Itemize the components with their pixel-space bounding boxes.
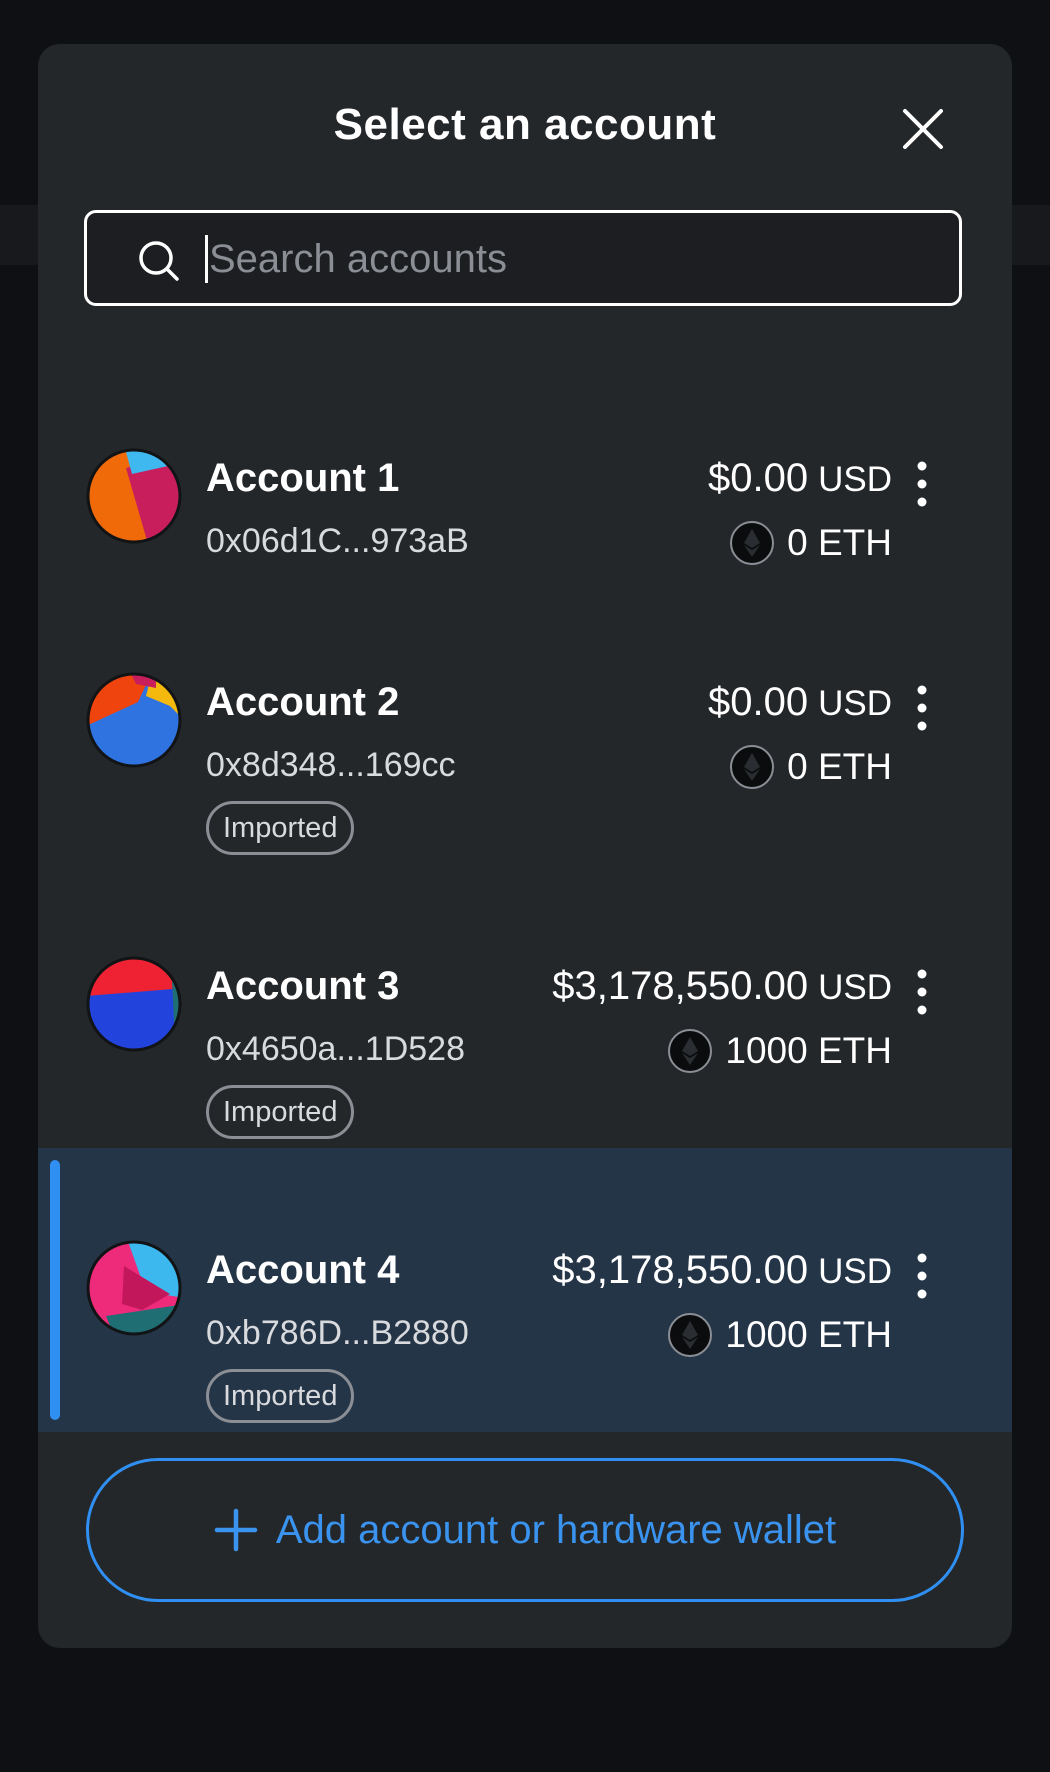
eth-icon [668, 1313, 713, 1357]
token-balance: 1000 ETH [667, 1310, 892, 1360]
account-avatar-2 [86, 672, 182, 768]
fiat-value: $0.00 [707, 680, 809, 724]
account-row-3[interactable]: Account 3 0x4650a...1D528 Imported $3,17… [38, 888, 1012, 1148]
account-name: Account 3 [206, 964, 400, 1008]
account-avatar-1 [86, 448, 182, 544]
add-account-button[interactable]: Add account or hardware wallet [86, 1458, 964, 1602]
imported-badge: Imported [206, 1085, 355, 1139]
imported-badge: Imported [206, 801, 355, 855]
fiat-value: $3,178,550.00 [552, 964, 809, 1008]
eth-icon [668, 1029, 713, 1073]
fiat-balance: $0.00 USD [708, 456, 892, 501]
account-options-icon[interactable] [908, 458, 936, 510]
fiat-balance: $3,178,550.00 USD [552, 964, 892, 1009]
account-avatar-4 [86, 1240, 182, 1336]
account-name: Account 1 [206, 456, 400, 500]
account-options-icon[interactable] [908, 682, 936, 734]
account-row-4[interactable]: Account 4 0xb786D...B2880 Imported $3,17… [38, 1148, 1012, 1432]
account-address: 0x8d348...169cc [206, 746, 456, 784]
account-address: 0xb786D...B2880 [206, 1314, 469, 1352]
token-balance: 0 ETH [729, 742, 892, 792]
imported-badge: Imported [206, 1369, 355, 1423]
token-amount: 1000 ETH [725, 1314, 892, 1355]
account-name: Account 4 [206, 1248, 400, 1292]
fiat-value: $0.00 [707, 456, 809, 500]
search-input[interactable] [207, 227, 931, 291]
close-button[interactable] [898, 104, 948, 154]
token-amount: 1000 ETH [725, 1030, 892, 1071]
eth-icon [730, 521, 775, 565]
search-icon [139, 241, 179, 281]
token-amount: 0 ETH [787, 522, 892, 563]
token-amount: 0 ETH [787, 746, 892, 787]
token-balance: 0 ETH [729, 518, 892, 568]
account-options-icon[interactable] [908, 1250, 936, 1302]
selected-indicator [50, 1160, 60, 1420]
fiat-balance: $3,178,550.00 USD [552, 1248, 892, 1293]
fiat-balance: $0.00 USD [708, 680, 892, 725]
modal-title: Select an account [333, 100, 717, 149]
account-avatar-3 [86, 956, 182, 1052]
modal-header: Select an account [38, 44, 1012, 214]
eth-icon [730, 745, 775, 789]
account-address: 0x4650a...1D528 [206, 1030, 465, 1068]
fiat-value: $3,178,550.00 [552, 1248, 809, 1292]
token-balance: 1000 ETH [667, 1026, 892, 1076]
search-box[interactable] [84, 210, 962, 306]
fiat-currency: USD [818, 460, 892, 499]
add-account-label: Add account or hardware wallet [275, 1507, 837, 1552]
fiat-currency: USD [818, 968, 892, 1007]
account-name: Account 2 [206, 680, 400, 724]
account-selector-modal: Select an account Account 1 0x06d1 [38, 44, 1012, 1648]
account-address: 0x06d1C...973aB [206, 522, 469, 560]
close-icon [903, 109, 943, 149]
plus-icon [214, 1508, 258, 1552]
account-row-2[interactable]: Account 2 0x8d348...169cc Imported $0.00… [38, 604, 1012, 855]
fiat-currency: USD [818, 1252, 892, 1291]
fiat-currency: USD [818, 684, 892, 723]
account-row-1[interactable]: Account 1 0x06d1C...973aB $0.00 USD 0 ETH [38, 388, 1012, 578]
account-options-icon[interactable] [908, 966, 936, 1018]
